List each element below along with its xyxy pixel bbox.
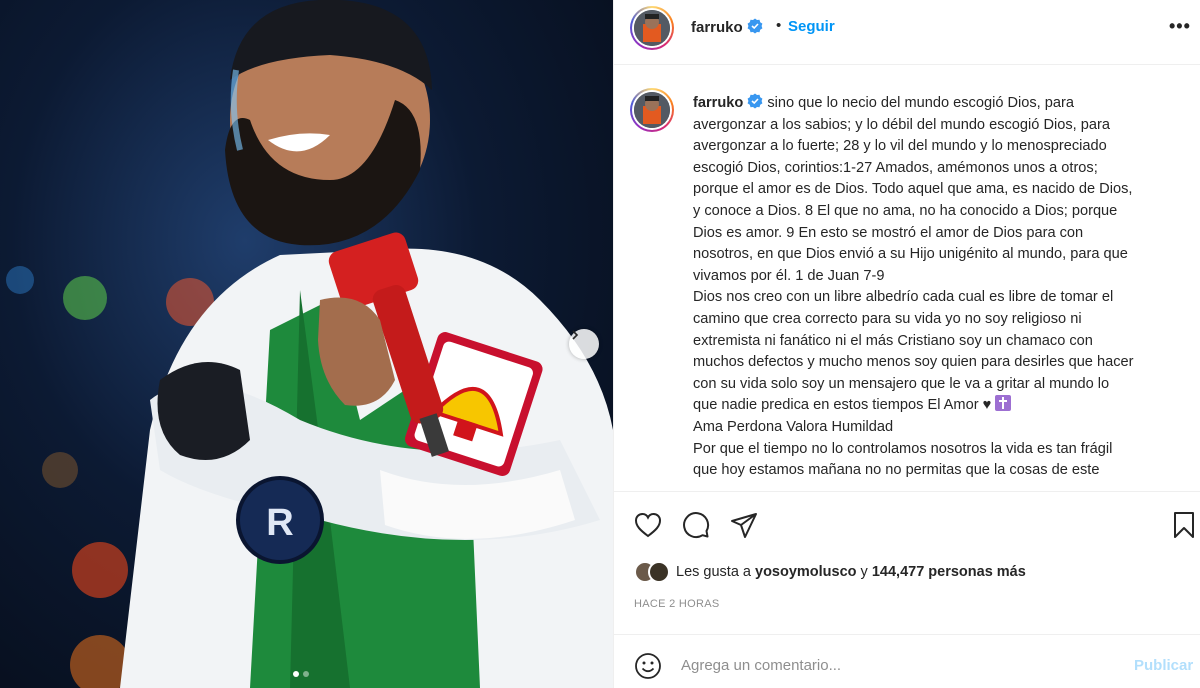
share-icon [731,513,757,538]
chevron-right-icon [572,330,579,340]
bookmark-icon [1174,512,1194,538]
post-caption: farruko sino que lo necio del mundo esco… [693,93,1193,482]
carousel-next-button[interactable] [569,329,599,359]
save-button[interactable] [1169,510,1199,540]
caption-username[interactable]: farruko [693,93,763,111]
post-timestamp[interactable]: HACE 2 HORAS [634,598,720,610]
header-username[interactable]: farruko [691,18,763,36]
caption-line: nosotros, en que Dios envió a su Hijo un… [693,246,1128,263]
header-separator: • [776,17,782,34]
liker-avatar[interactable] [648,561,670,583]
carousel-dot [303,671,309,677]
likes-count[interactable]: 144,477 personas más [872,564,1026,580]
caption-line: farruko sino que lo necio del mundo esco… [693,93,1075,111]
comment-bar: Publicar [614,634,1200,688]
caption-avatar[interactable] [630,88,674,132]
author-avatar[interactable] [630,6,674,50]
caption-line: Por que el tiempo no lo controlamos noso… [693,440,1113,457]
caption-line: y conoce a Dios. 8 El que no ama, no ha … [693,202,1118,219]
caption-line: que hoy estamos mañana no no permitas qu… [693,462,1100,479]
caption-line: muchos defectos y mucho menos soy quien … [693,354,1134,371]
avatar-image-icon [634,92,670,128]
post-actions [614,491,1200,561]
follow-button[interactable]: Seguir [788,18,835,35]
likes-text: Les gusta a yosoymolusco y 144,477 perso… [676,564,1026,580]
post-panel: farruko • Seguir ••• farruko sino que lo… [613,0,1200,688]
caption-line: camino que crea correcto para su vida yo… [693,310,1082,327]
caption-line: extremista ni fanático ni el más Cristia… [693,332,1093,349]
photo-illustration: R [6,0,613,688]
caption-line: Ama Perdona Valora Humildad [693,418,894,435]
header-username-text[interactable]: farruko [691,19,743,36]
caption-line: que nadie predica en estos tiempos El Am… [693,395,1193,417]
caption-line: vivamos por él. 1 de Juan 7-9 [693,267,885,284]
carousel-dot-active [293,671,299,677]
post-header: farruko • Seguir ••• [614,0,1200,65]
svg-text:R: R [266,502,293,544]
comment-icon [683,512,710,539]
verified-badge-icon [747,18,763,34]
post-photo[interactable]: R [0,0,613,688]
comment-button[interactable] [681,510,711,540]
caption-line: porque el amor es de Dios. Todo aquel qu… [693,181,1133,198]
caption-line: Dios es amor. 9 En esto se mostró el amo… [693,224,1084,241]
avatar-image-icon [634,10,670,46]
caption-line: avergonzar a lo fuerte; 28 y lo vil del … [693,138,1107,155]
share-button[interactable] [729,510,759,540]
emoji-icon[interactable] [634,652,662,680]
publish-button[interactable]: Publicar [1134,657,1193,674]
likes-summary: Les gusta a yosoymolusco y 144,477 perso… [634,560,1026,584]
verified-badge-icon [747,93,763,109]
caption-scroll-area[interactable]: farruko sino que lo necio del mundo esco… [614,66,1200,491]
more-options-icon[interactable]: ••• [1169,16,1191,37]
caption-line: escogió Dios, corintios:1-27 Amados, amé… [693,159,1098,176]
caption-line: con su vida solo soy un mensajero que le… [693,375,1110,392]
comment-input[interactable] [681,653,1111,677]
carousel-indicator [293,671,309,677]
like-button[interactable] [633,510,663,540]
caption-line: Dios nos creo con un libre albedrío cada… [693,289,1114,306]
heart-icon [634,512,662,538]
caption-line: avergonzar a los sabios; y lo débil del … [693,116,1110,133]
cross-emoji-icon [995,395,1012,412]
liker-username[interactable]: yosoymolusco [755,564,857,580]
